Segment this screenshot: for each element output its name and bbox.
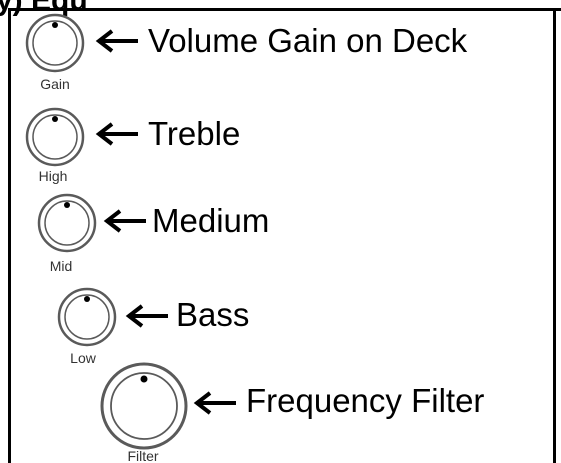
frame-top-border xyxy=(8,8,561,11)
high-description: Treble xyxy=(148,115,241,152)
diagram-canvas: y) Equ Gain Volume Gain on Deck High Tre… xyxy=(0,0,561,463)
filter-knob-icon xyxy=(100,362,188,450)
low-knob-icon xyxy=(57,287,117,347)
low-arrow-icon xyxy=(125,304,168,328)
filter-description: Frequency Filter xyxy=(246,382,485,419)
high-knob-label: High xyxy=(38,168,68,184)
filter-arrow-icon xyxy=(193,391,236,415)
gain-knob-label: Gain xyxy=(40,76,70,92)
high-arrow-icon xyxy=(95,122,138,146)
filter-knob-label: Filter xyxy=(127,448,159,463)
frame-right-border xyxy=(553,8,556,463)
gain-description: Volume Gain on Deck xyxy=(148,22,468,59)
mid-arrow-icon xyxy=(103,209,146,233)
frame-left-border xyxy=(8,8,11,463)
mid-knob-icon xyxy=(37,193,97,253)
mid-knob-label: Mid xyxy=(49,258,73,274)
high-knob-icon xyxy=(25,107,85,167)
gain-knob-icon xyxy=(25,13,85,73)
gain-arrow-icon xyxy=(95,29,138,53)
mid-description: Medium xyxy=(152,202,270,239)
low-description: Bass xyxy=(176,296,250,333)
